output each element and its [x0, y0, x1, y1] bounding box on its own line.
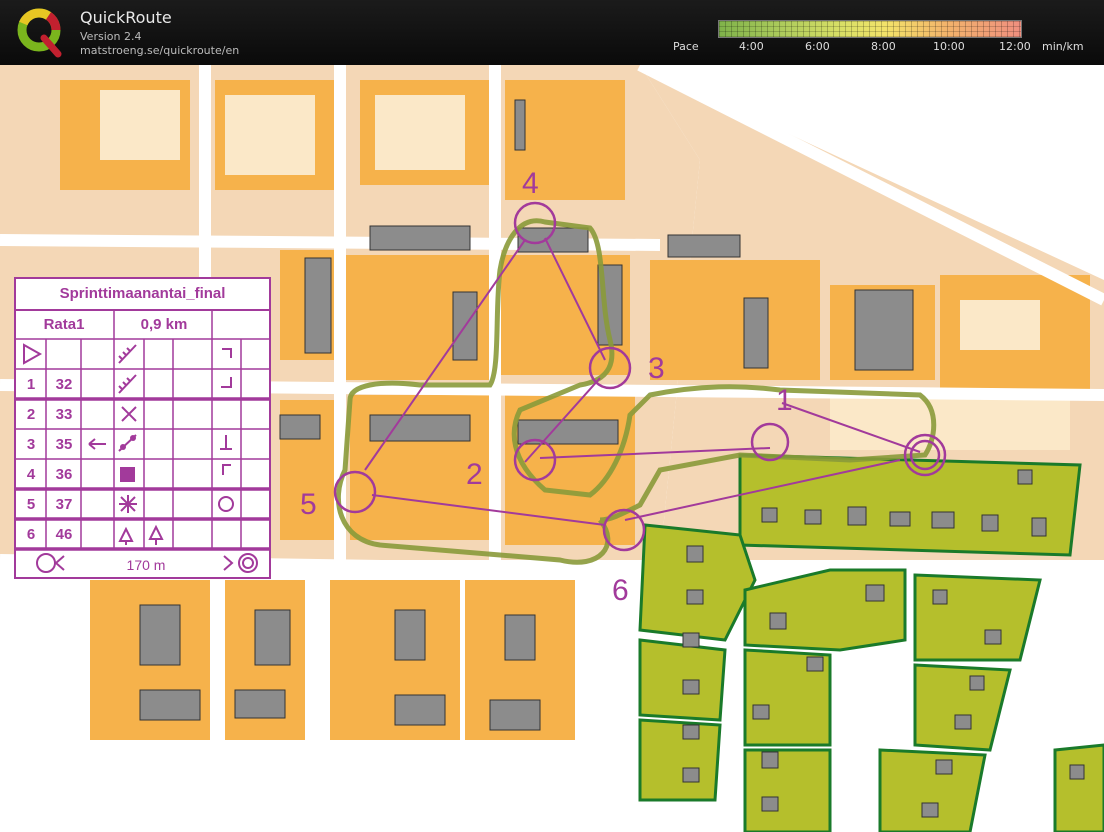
card-control-number: 2	[26, 406, 36, 423]
card-event-title: Sprinttimaanantai_final	[16, 279, 269, 311]
pace-color-scale	[718, 20, 1022, 38]
control-number: 1	[776, 384, 793, 417]
card-control-code: 32	[55, 376, 73, 393]
card-course-name: Rata1	[43, 316, 85, 333]
card-control-code: 36	[55, 466, 73, 483]
app-header: QuickRoute Version 2.4 matstroeng.se/qui…	[0, 0, 1104, 65]
card-control-code: 37	[55, 496, 73, 513]
pace-tick: 8:00	[871, 40, 896, 53]
control-number: 3	[648, 352, 665, 385]
pace-unit: min/km	[1042, 40, 1084, 53]
card-control-number: 4	[26, 466, 36, 483]
card-control-code: 33	[55, 406, 73, 423]
orienteering-map[interactable]: 1 2 3 4 5 6 Sprinttimaanantai_final Rata…	[0, 65, 1104, 832]
control-number: 4	[522, 167, 539, 200]
pace-label: Pace	[673, 40, 699, 53]
pace-tick: 4:00	[739, 40, 764, 53]
app-version: Version 2.4	[80, 30, 142, 43]
card-finish-distance: 170 m	[126, 557, 166, 573]
card-course-length: 0,9 km	[140, 316, 188, 333]
app-url-link[interactable]: matstroeng.se/quickroute/en	[80, 44, 239, 57]
control-description-card: Sprinttimaanantai_final Rata1 0,9 km 1 3…	[14, 277, 271, 579]
card-control-code: 46	[55, 526, 73, 543]
control-number: 2	[466, 458, 483, 491]
card-control-number: 1	[26, 376, 36, 393]
control-number: 6	[612, 574, 629, 607]
pace-tick: 6:00	[805, 40, 830, 53]
quickroute-logo-icon	[17, 8, 62, 58]
pace-tick: 12:00	[999, 40, 1031, 53]
card-control-number: 6	[26, 526, 36, 543]
app-name: QuickRoute	[80, 8, 172, 27]
pace-tick: 10:00	[933, 40, 965, 53]
control-number: 5	[300, 488, 317, 521]
card-control-number: 3	[26, 436, 36, 453]
card-control-code: 35	[55, 436, 73, 453]
card-control-number: 5	[26, 496, 36, 513]
